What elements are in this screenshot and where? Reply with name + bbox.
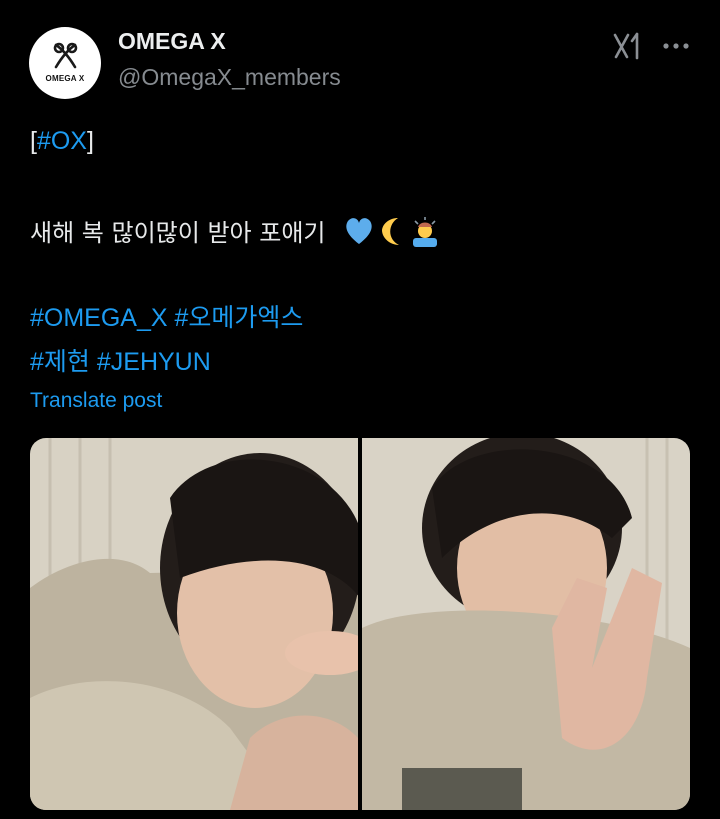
crescent-moon-icon	[382, 218, 400, 245]
person-gesturing-icon	[413, 217, 438, 247]
hashtag-ox[interactable]: #OX	[37, 127, 87, 155]
bracket-open: [	[30, 127, 37, 155]
hashtag-line-1: #OMEGA_X #오메가엑스	[30, 298, 303, 334]
tweet-message: 새해 복 많이많이 받아 포애기	[30, 219, 326, 247]
hashtag-jehyun-korean[interactable]: #제현	[30, 348, 90, 376]
tweet-tag-line: [#OX]	[30, 127, 94, 156]
selfie-photo-2[interactable]	[362, 438, 690, 810]
hashtag-omega-x[interactable]: #OMEGA_X	[30, 304, 168, 332]
more-options-icon[interactable]	[661, 36, 691, 56]
hashtag-omega-x-korean[interactable]: #오메가엑스	[175, 304, 304, 332]
avatar-label: OMEGA X	[45, 74, 85, 83]
hashtag-jehyun[interactable]: #JEHYUN	[97, 348, 211, 376]
media-grid	[30, 438, 690, 810]
display-name[interactable]: OMEGA X	[118, 28, 226, 55]
hashtag-line-2: #제현 #JEHYUN	[30, 342, 211, 378]
user-handle[interactable]: @OmegaX_members	[118, 64, 341, 91]
blue-heart-icon	[346, 218, 372, 244]
emoji-group	[343, 214, 439, 254]
omega-x-logo-icon	[53, 42, 78, 69]
bracket-close: ]	[86, 127, 94, 155]
translate-post-link[interactable]: Translate post	[30, 389, 162, 413]
selfie-photo-1[interactable]	[30, 438, 358, 810]
avatar[interactable]: OMEGA X	[29, 27, 101, 99]
grok-icon[interactable]	[611, 30, 643, 62]
tweet-message-line: 새해 복 많이많이 받아 포애기	[30, 213, 439, 254]
